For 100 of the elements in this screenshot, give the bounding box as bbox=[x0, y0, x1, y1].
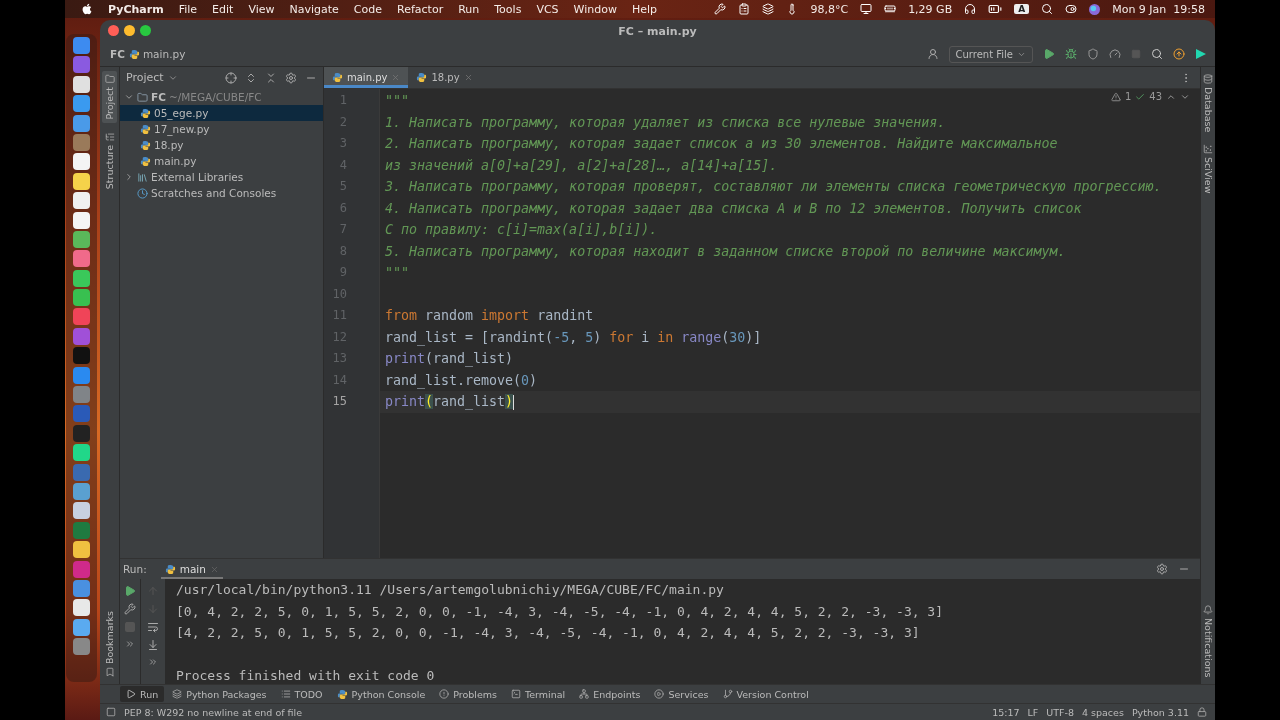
status-item[interactable]: Python 3.11 bbox=[1131, 706, 1189, 718]
app-icon[interactable] bbox=[73, 114, 90, 132]
side-tab[interactable]: SciView bbox=[1200, 141, 1215, 197]
menu-item[interactable]: Tools bbox=[494, 2, 522, 16]
headphones-icon[interactable] bbox=[964, 3, 977, 15]
more-icon[interactable] bbox=[125, 639, 135, 649]
menu-item[interactable]: Code bbox=[353, 2, 382, 16]
tree-item[interactable]: 18.py bbox=[154, 139, 184, 151]
user-icon[interactable] bbox=[926, 48, 939, 60]
tool-window-button[interactable]: Terminal bbox=[505, 686, 572, 702]
app-icon[interactable] bbox=[73, 75, 90, 93]
minimize-button[interactable] bbox=[124, 25, 135, 36]
scroll-to-end-icon[interactable] bbox=[147, 639, 159, 651]
input-source-indicator[interactable]: A bbox=[1014, 4, 1030, 14]
menu-item[interactable]: View bbox=[248, 2, 275, 16]
app-icon[interactable] bbox=[73, 172, 90, 190]
breadcrumb[interactable]: main.py bbox=[142, 48, 186, 60]
close-icon[interactable] bbox=[463, 73, 473, 82]
menu-item[interactable]: VCS bbox=[536, 2, 559, 16]
side-tab[interactable]: Project bbox=[102, 71, 117, 123]
shield-icon[interactable] bbox=[1087, 48, 1099, 60]
apple-icon[interactable] bbox=[81, 3, 93, 15]
status-item[interactable]: UTF-8 bbox=[1046, 706, 1074, 718]
side-tab[interactable]: Database bbox=[1200, 71, 1215, 136]
editor-tab[interactable]: main.py bbox=[324, 67, 409, 88]
menu-item[interactable]: Navigate bbox=[289, 2, 339, 16]
status-item[interactable]: 4 spaces bbox=[1082, 706, 1124, 718]
app-icon[interactable] bbox=[73, 541, 90, 559]
more-icon[interactable] bbox=[148, 657, 158, 667]
menu-item[interactable]: Help bbox=[631, 2, 658, 16]
tree-item[interactable]: Scratches and Consoles bbox=[151, 187, 277, 199]
app-icon[interactable] bbox=[73, 444, 90, 462]
expand-all-icon[interactable] bbox=[245, 71, 257, 84]
panel-title[interactable]: Project bbox=[126, 71, 178, 84]
logo-icon[interactable] bbox=[1195, 48, 1207, 60]
zoom-button[interactable] bbox=[140, 25, 151, 36]
tree-item[interactable]: FC bbox=[151, 91, 166, 103]
layout-icon[interactable] bbox=[106, 707, 116, 717]
wrench-icon[interactable] bbox=[124, 603, 136, 615]
app-icon[interactable] bbox=[73, 599, 90, 617]
battery-icon[interactable] bbox=[988, 2, 1003, 16]
display-icon[interactable] bbox=[860, 3, 873, 15]
locate-icon[interactable] bbox=[225, 71, 237, 84]
tree-item[interactable]: 17_new.py bbox=[154, 123, 210, 135]
memory-icon[interactable] bbox=[884, 3, 897, 15]
rerun-icon[interactable] bbox=[124, 585, 136, 597]
run-icon[interactable] bbox=[1043, 48, 1055, 60]
clipboard-icon[interactable] bbox=[738, 3, 751, 15]
tool-window-button[interactable]: TODO bbox=[274, 686, 329, 702]
app-icon[interactable] bbox=[73, 502, 90, 520]
tool-window-button[interactable]: Version Control bbox=[716, 686, 815, 702]
tree-item[interactable]: main.py bbox=[154, 155, 197, 167]
close-button[interactable] bbox=[108, 25, 119, 36]
tool-window-button[interactable]: Problems bbox=[433, 686, 504, 702]
python-file-icon bbox=[336, 688, 348, 700]
settings-icon[interactable] bbox=[285, 71, 297, 84]
app-icon[interactable] bbox=[73, 95, 90, 113]
tool-window-button[interactable]: Endpoints bbox=[573, 686, 647, 702]
status-item[interactable]: LF bbox=[1027, 706, 1039, 718]
collapse-all-icon[interactable] bbox=[265, 71, 277, 84]
menu-item[interactable]: File bbox=[178, 2, 198, 16]
menu-item[interactable]: Window bbox=[573, 2, 617, 16]
update-icon[interactable] bbox=[1173, 48, 1185, 60]
layers-icon[interactable] bbox=[762, 3, 775, 15]
tool-window-button[interactable]: Python Packages bbox=[166, 686, 273, 702]
wrap-icon[interactable] bbox=[147, 621, 159, 633]
menu-item[interactable]: Refactor bbox=[397, 2, 444, 16]
menu-item[interactable]: Run bbox=[458, 2, 480, 16]
siri-icon[interactable] bbox=[1089, 3, 1101, 15]
code-line: 2. Написать программу, которая задает список a из 30 элементов. Найдите максимальное bbox=[385, 136, 1058, 151]
breadcrumb[interactable]: FC bbox=[110, 48, 125, 60]
code-line: rand_list.remove(0) bbox=[385, 372, 538, 388]
app-icon[interactable] bbox=[73, 192, 90, 210]
search-icon[interactable] bbox=[1151, 48, 1163, 60]
side-tab[interactable]: Bookmarks bbox=[102, 607, 117, 680]
tool-window-button[interactable]: Python Console bbox=[330, 686, 432, 702]
side-tab[interactable]: Structure bbox=[102, 128, 117, 192]
control-center-icon[interactable] bbox=[1065, 3, 1078, 15]
editor-tab[interactable]: 18.py bbox=[408, 67, 481, 88]
run-configuration-dropdown[interactable]: Current File bbox=[948, 45, 1033, 63]
lock-icon[interactable] bbox=[1197, 707, 1207, 717]
app-icon[interactable] bbox=[73, 269, 90, 287]
expand-icon[interactable] bbox=[124, 172, 134, 182]
search-icon[interactable] bbox=[1041, 3, 1054, 15]
check-icon bbox=[1135, 91, 1146, 102]
app-icon[interactable] bbox=[73, 211, 90, 229]
app-icon[interactable] bbox=[73, 153, 90, 171]
menu-item[interactable]: Edit bbox=[212, 2, 234, 16]
tool-window-button[interactable]: Run bbox=[120, 686, 165, 702]
run-tab[interactable]: main bbox=[160, 559, 223, 579]
gauge-icon[interactable] bbox=[1109, 48, 1121, 60]
tool-window-button[interactable]: Services bbox=[648, 686, 715, 702]
tree-item[interactable]: External Libraries bbox=[151, 171, 244, 183]
settings-icon[interactable] bbox=[1156, 563, 1168, 575]
menu-item[interactable]: PyCharm bbox=[108, 2, 164, 16]
bug-icon[interactable] bbox=[1065, 48, 1077, 60]
app-icon[interactable] bbox=[73, 230, 90, 248]
side-tab[interactable]: Notifications bbox=[1200, 601, 1215, 680]
status-item[interactable]: 15:17 bbox=[992, 706, 1020, 718]
expand-icon[interactable] bbox=[124, 92, 134, 102]
